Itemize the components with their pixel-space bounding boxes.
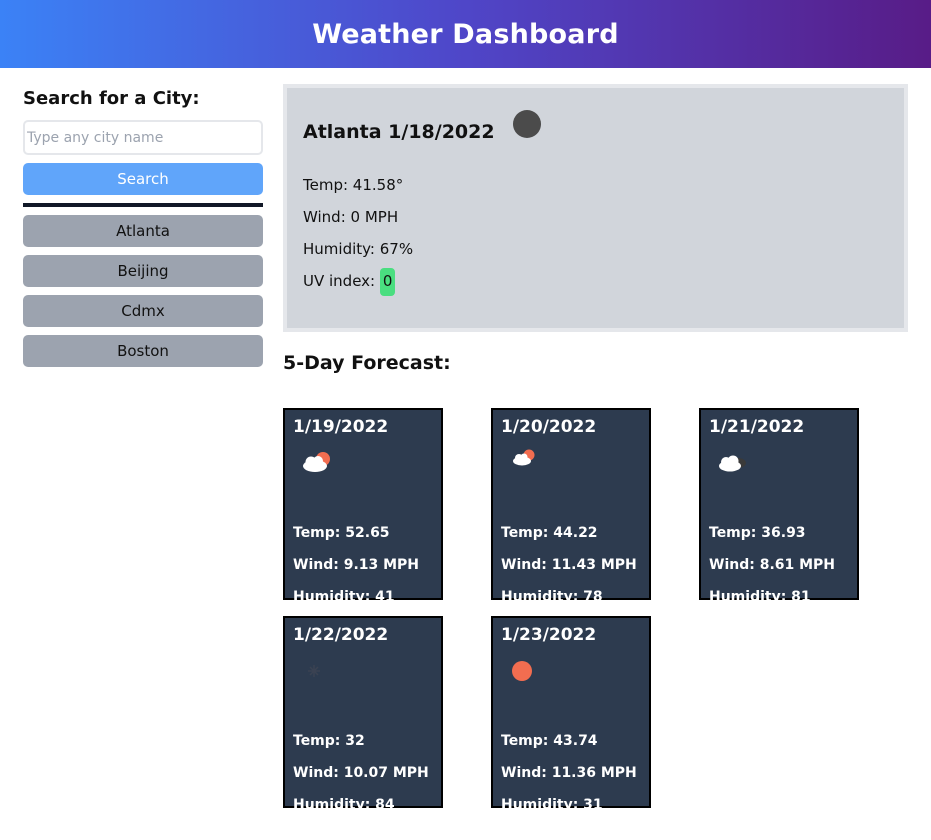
forecast-wind: Wind: 9.13 MPH xyxy=(293,557,420,573)
current-uv: UV index: 0 xyxy=(303,265,888,297)
forecast-wind: Wind: 8.61 MPH xyxy=(709,557,836,573)
forecast-humidity: Humidity: 78 xyxy=(501,589,603,605)
forecast-date: 1/22/2022 xyxy=(293,625,389,645)
sidebar-divider xyxy=(23,203,263,207)
forecast-temp: Temp: 32 xyxy=(293,733,365,749)
forecast-card: 1/21/2022 Temp: 36.93 Wind: 8.61 MPH Hum… xyxy=(699,408,859,605)
forecast-temp: Temp: 44.22 xyxy=(501,525,598,541)
forecast-card: 1/23/2022 Temp: 43.74 Wind: 11.36 MPH Hu… xyxy=(491,616,651,813)
current-weather-panel: Atlanta 1/18/2022 Temp: 41.58° Wind: 0 M… xyxy=(283,84,908,332)
weather-icon-dark-circle xyxy=(512,110,541,138)
forecast-card: 1/22/2022 Temp: 32 Wind: 10.07 MPH Humid… xyxy=(283,616,443,813)
sun-icon xyxy=(512,661,532,681)
city-search-input[interactable] xyxy=(23,120,263,155)
uv-label: UV index: xyxy=(303,272,380,290)
partly-cloudy-small-icon xyxy=(513,449,535,466)
forecast-wind: Wind: 11.36 MPH xyxy=(501,765,637,781)
forecast-card: 1/20/2022 Temp: 44.22 Wind: 11.43 MPH Hu… xyxy=(491,408,651,605)
forecast-date: 1/19/2022 xyxy=(293,417,389,437)
forecast-humidity: Humidity: 31 xyxy=(501,797,603,813)
current-temp: Temp: 41.58° xyxy=(303,176,404,194)
app-title: Weather Dashboard xyxy=(312,18,619,50)
search-history: Atlanta Beijing Cdmx Boston xyxy=(23,215,263,367)
cloudy-icon xyxy=(719,455,746,472)
history-item-beijing[interactable]: Beijing xyxy=(23,255,263,287)
forecast-humidity: Humidity: 84 xyxy=(293,797,395,813)
search-button[interactable]: Search xyxy=(23,163,263,195)
forecast-temp: Temp: 36.93 xyxy=(709,525,806,541)
forecast-wind: Wind: 11.43 MPH xyxy=(501,557,637,573)
forecast-date: 1/23/2022 xyxy=(501,625,597,645)
sidebar: Search for a City: Search Atlanta Beijin… xyxy=(23,88,263,375)
forecast-temp: Temp: 52.65 xyxy=(293,525,390,541)
snow-icon xyxy=(308,665,320,677)
history-item-boston[interactable]: Boston xyxy=(23,335,263,367)
search-heading: Search for a City: xyxy=(23,88,200,109)
partly-cloudy-icon xyxy=(303,452,330,472)
history-item-cdmx[interactable]: Cdmx xyxy=(23,295,263,327)
forecast-date: 1/20/2022 xyxy=(501,417,597,437)
current-wind: Wind: 0 MPH xyxy=(303,208,399,226)
forecast-card: 1/19/2022 Temp: 52.65 Wind: 9.13 MPH Hum… xyxy=(283,408,443,605)
uv-index-badge: 0 xyxy=(379,268,396,296)
forecast-temp: Temp: 43.74 xyxy=(501,733,598,749)
forecast-date: 1/21/2022 xyxy=(709,417,805,437)
forecast-humidity: Humidity: 41 xyxy=(293,589,395,605)
forecast-heading: 5-Day Forecast: xyxy=(283,352,451,374)
forecast-humidity: Humidity: 81 xyxy=(709,589,811,605)
forecast-grid: 1/19/2022 Temp: 52.65 Wind: 9.13 MPH Hum… xyxy=(283,408,908,813)
current-humidity: Humidity: 67% xyxy=(303,240,414,258)
app-header: Weather Dashboard xyxy=(0,0,931,68)
history-item-atlanta[interactable]: Atlanta xyxy=(23,215,263,247)
forecast-wind: Wind: 10.07 MPH xyxy=(293,765,429,781)
current-city-date: Atlanta 1/18/2022 xyxy=(303,121,495,143)
